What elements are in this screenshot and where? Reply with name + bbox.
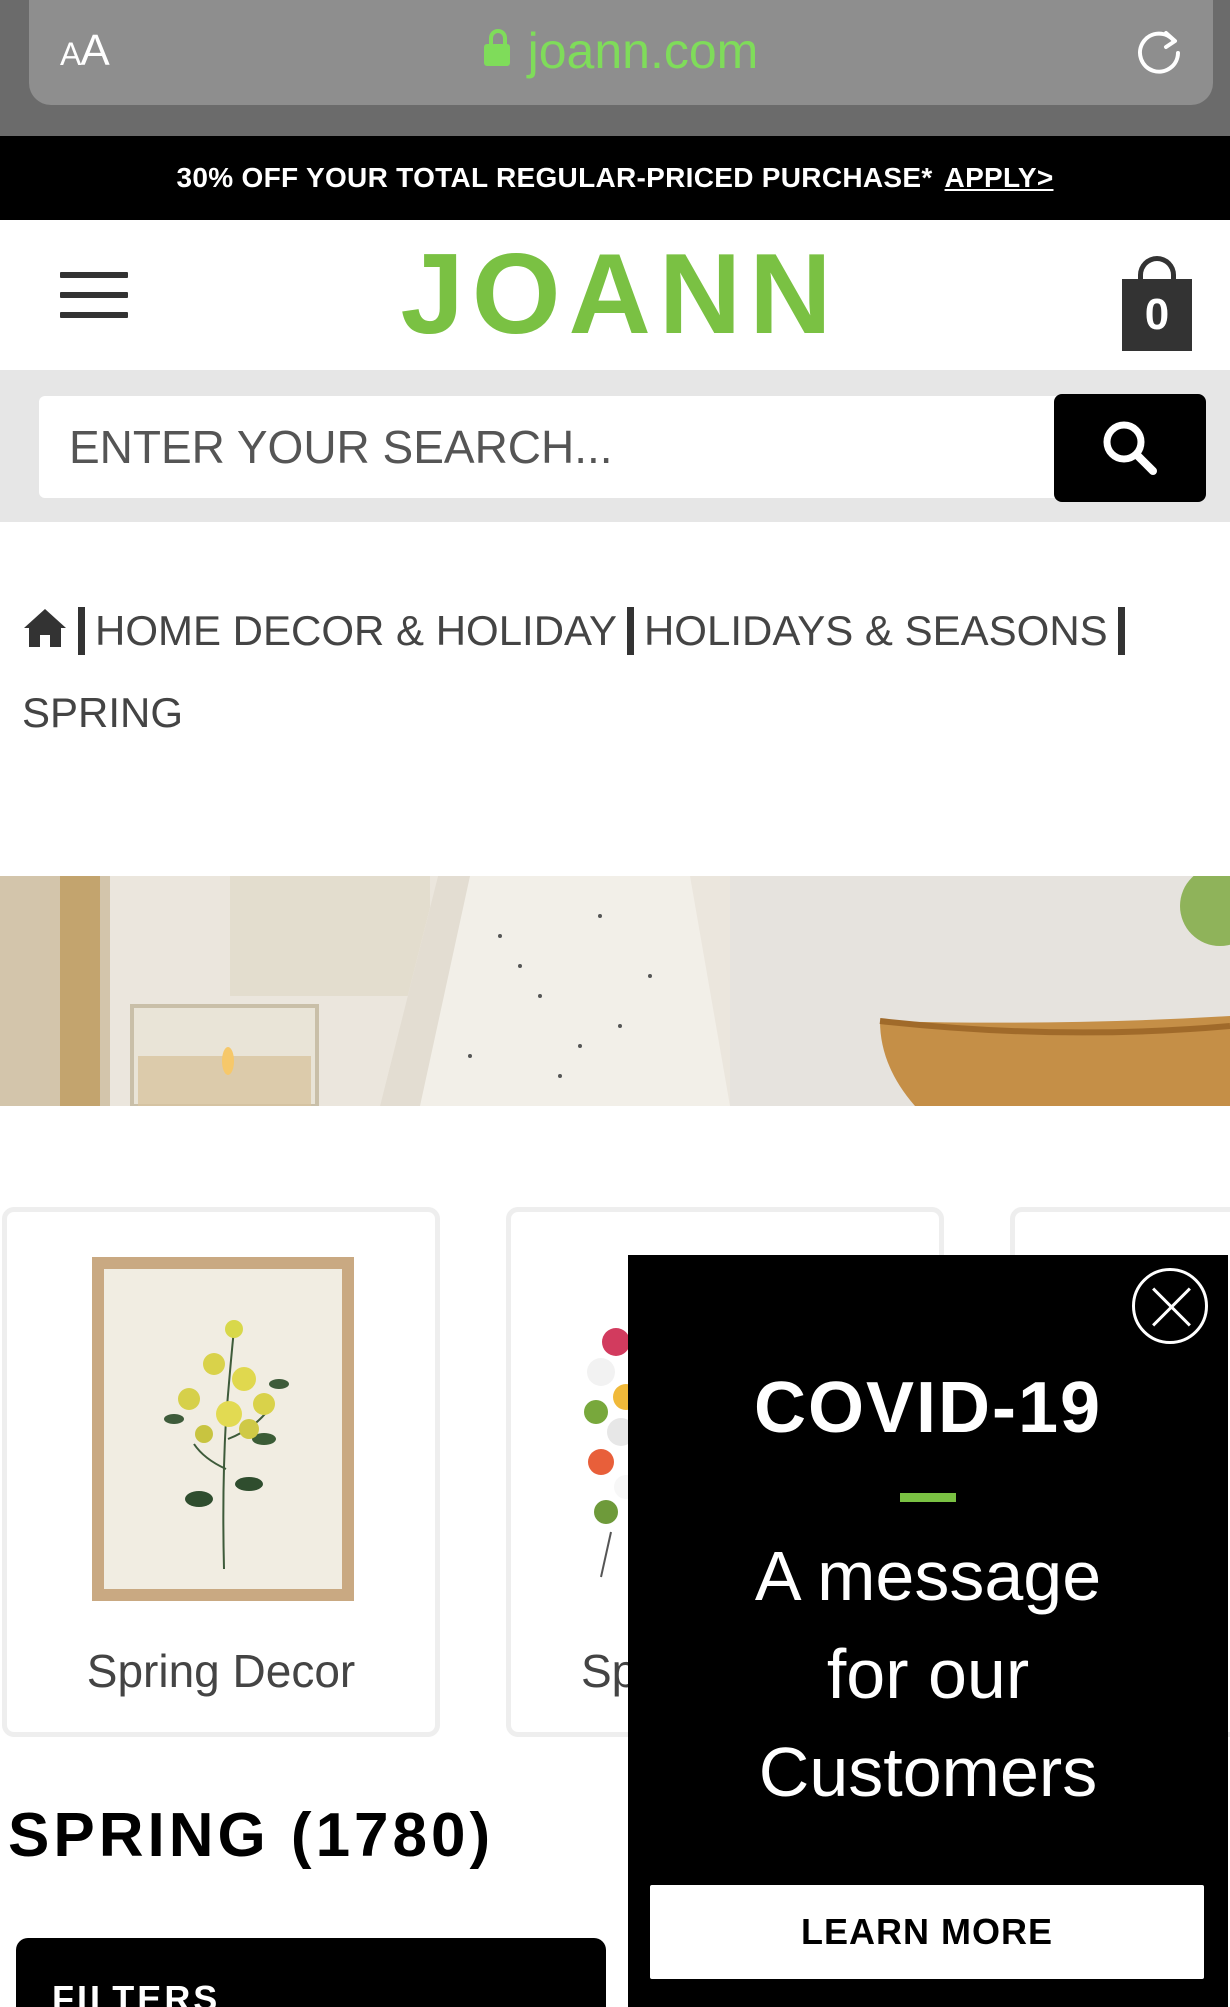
modal-message: A message for our Customers <box>754 1537 1102 1811</box>
address-bar[interactable]: AA joann.com <box>29 0 1213 105</box>
breadcrumb-separator <box>78 607 85 655</box>
lock-icon <box>483 29 510 66</box>
promo-apply-link[interactable]: APPLY> <box>945 162 1054 193</box>
reload-icon[interactable] <box>1133 24 1187 78</box>
promo-text: 30% OFF YOUR TOTAL REGULAR-PRICED PURCHA… <box>176 162 933 193</box>
filters-button[interactable]: FILTERS <box>16 1938 606 2007</box>
breadcrumb-separator <box>626 607 634 655</box>
joann-logo[interactable]: JOANN <box>400 238 840 352</box>
breadcrumb-separator <box>1117 607 1125 655</box>
search-input[interactable] <box>39 396 1059 498</box>
cart-count: 0 <box>1122 279 1192 351</box>
breadcrumb-home-decor[interactable]: HOME DECOR & HOLIDAY <box>95 607 617 654</box>
breadcrumb: HOME DECOR & HOLIDAY HOLIDAYS & SEASONS SP… <box>22 590 1202 754</box>
menu-icon[interactable] <box>60 272 128 318</box>
category-label: Spring Decor <box>86 1645 356 1697</box>
cart-button[interactable]: 0 <box>1122 256 1192 351</box>
covid-modal: COVID-19 A message for our Customers LEA… <box>628 1255 1228 2007</box>
close-icon[interactable] <box>1132 1268 1208 1344</box>
search-icon <box>1103 421 1157 475</box>
learn-more-button[interactable]: LEARN MORE <box>650 1885 1204 1979</box>
hero-banner-image <box>0 876 1230 1106</box>
url-display[interactable]: joann.com <box>29 22 1213 80</box>
site-header: JOANN 0 <box>0 220 1230 370</box>
breadcrumb-spring: SPRING <box>22 689 184 736</box>
home-icon[interactable] <box>22 607 68 649</box>
browser-chrome: AA joann.com <box>0 0 1230 136</box>
promo-banner: 30% OFF YOUR TOTAL REGULAR-PRICED PURCHA… <box>0 136 1230 220</box>
category-card-spring-decor[interactable]: Spring Decor <box>2 1207 440 1737</box>
search-bar <box>0 370 1230 522</box>
breadcrumb-holidays[interactable]: HOLIDAYS & SEASONS <box>644 607 1108 654</box>
search-button[interactable] <box>1054 394 1206 502</box>
spring-decor-image <box>92 1257 354 1601</box>
modal-title: COVID-19 <box>753 1368 1103 1448</box>
category-heading: SPRING (1780) <box>8 1801 495 1870</box>
modal-divider <box>900 1493 956 1502</box>
